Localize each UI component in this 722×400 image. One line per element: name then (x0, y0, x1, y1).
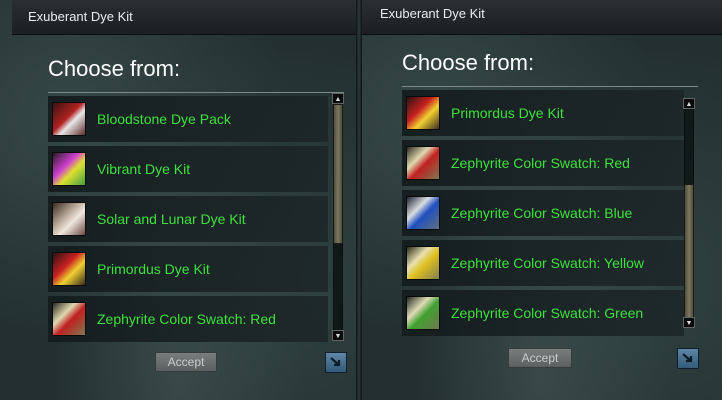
list-item[interactable]: Zephyrite Color Swatch: Red (402, 140, 684, 186)
choose-prompt: Choose from: (402, 50, 535, 75)
zephyrite-swatch-yellow-icon (406, 246, 440, 280)
list-item[interactable]: Bloodstone Dye Pack (48, 96, 328, 142)
solar-lunar-dye-kit-icon (52, 202, 86, 236)
dye-kit-window-left: Exuberant Dye Kit Choose from: Bloodston… (0, 0, 356, 400)
window-title: Exuberant Dye Kit (28, 9, 133, 24)
list-item-label: Zephyrite Color Swatch: Yellow (451, 255, 644, 271)
list-scrollbar[interactable]: ▲ ▼ (683, 98, 695, 328)
primordus-dye-kit-icon (52, 252, 86, 286)
list-item-label: Bloodstone Dye Pack (97, 111, 231, 127)
list-item-label: Zephyrite Color Swatch: Red (97, 311, 276, 327)
resize-arrow-icon (330, 357, 341, 367)
scroll-down-button[interactable]: ▼ (332, 330, 344, 341)
resize-corner-button[interactable] (677, 348, 699, 369)
list-item[interactable]: Zephyrite Color Swatch: Yellow (402, 240, 684, 286)
list-item[interactable]: Vibrant Dye Kit (48, 146, 328, 192)
list-scrollbar[interactable]: ▲ ▼ (332, 93, 344, 341)
list-item-label: Vibrant Dye Kit (97, 161, 191, 177)
scroll-up-button[interactable]: ▲ (683, 98, 695, 109)
list-item[interactable]: Zephyrite Color Swatch: Green (402, 290, 684, 336)
vibrant-dye-kit-icon (52, 152, 86, 186)
zephyrite-swatch-blue-icon (406, 196, 440, 230)
window-titlebar[interactable]: Exuberant Dye Kit (12, 0, 356, 35)
item-list: Primordus Dye Kit Zephyrite Color Swatch:… (402, 90, 684, 340)
zephyrite-swatch-red-icon (52, 302, 86, 336)
list-item[interactable]: Primordus Dye Kit (402, 90, 684, 136)
resize-corner-button[interactable] (325, 352, 347, 373)
choose-prompt: Choose from: (48, 56, 181, 81)
window-title: Exuberant Dye Kit (380, 6, 485, 21)
list-item-label: Zephyrite Color Swatch: Blue (451, 205, 633, 221)
list-item[interactable]: Primordus Dye Kit (48, 246, 328, 292)
list-item-label: Primordus Dye Kit (451, 105, 564, 121)
scroll-up-button[interactable]: ▲ (332, 93, 344, 104)
list-item-label: Zephyrite Color Swatch: Red (451, 155, 630, 171)
list-item[interactable]: Zephyrite Color Swatch: Red (48, 296, 328, 342)
primordus-dye-kit-icon (406, 96, 440, 130)
scrollbar-thumb[interactable] (684, 184, 694, 324)
dye-kit-window-right: Exuberant Dye Kit Choose from: Primordus… (362, 0, 722, 400)
zephyrite-swatch-green-icon (406, 296, 440, 330)
prompt-underline (48, 92, 344, 93)
bloodstone-dye-pack-icon (52, 102, 86, 136)
window-titlebar[interactable]: Exuberant Dye Kit (362, 0, 722, 35)
scroll-down-button[interactable]: ▼ (683, 317, 695, 328)
accept-button[interactable]: Accept (155, 352, 217, 372)
list-item-label: Primordus Dye Kit (97, 261, 210, 277)
list-item-label: Solar and Lunar Dye Kit (97, 211, 246, 227)
prompt-underline (402, 86, 698, 87)
list-item[interactable]: Zephyrite Color Swatch: Blue (402, 190, 684, 236)
scrollbar-thumb[interactable] (333, 104, 343, 244)
list-item[interactable]: Solar and Lunar Dye Kit (48, 196, 328, 242)
list-item-label: Zephyrite Color Swatch: Green (451, 305, 644, 321)
accept-button[interactable]: Accept (508, 348, 572, 368)
resize-arrow-icon (682, 353, 693, 363)
item-list: Bloodstone Dye Pack Vibrant Dye Kit Solar … (48, 96, 328, 342)
zephyrite-swatch-red-icon (406, 146, 440, 180)
